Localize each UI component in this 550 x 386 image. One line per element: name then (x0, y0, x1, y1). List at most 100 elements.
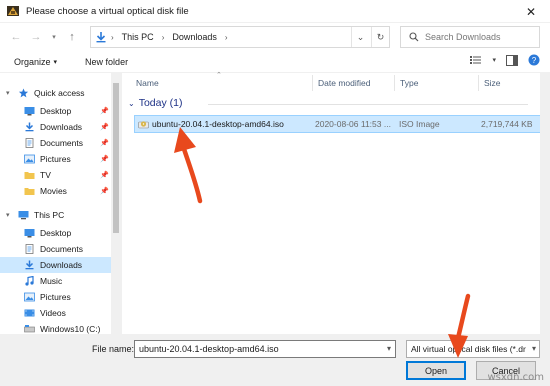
search-box[interactable]: Search Downloads (400, 26, 540, 48)
desktop-icon (24, 229, 35, 238)
sidebar-item-label: Movies (40, 186, 67, 196)
sidebar-item-label: This PC (34, 210, 65, 220)
file-list-scrollbar[interactable] (540, 73, 550, 335)
column-header-size[interactable]: Size (484, 73, 501, 93)
documents-icon (25, 138, 34, 148)
refresh-icon[interactable]: ↻ (371, 27, 389, 47)
sidebar-item-quick-tv[interactable]: TV 📌 (24, 167, 112, 183)
organize-label: Organize (14, 57, 51, 67)
address-history-chevron-icon[interactable]: ⌄ (351, 27, 369, 47)
sidebar-item-quick-pictures[interactable]: Pictures 📌 (24, 151, 112, 167)
column-divider[interactable] (478, 75, 479, 91)
chevron-down-icon[interactable]: ▾ (531, 344, 536, 353)
sidebar-item-this-pc[interactable]: This PC (18, 207, 64, 223)
folder-icon (24, 172, 35, 179)
column-header-date-modified[interactable]: Date modified (318, 73, 370, 93)
pin-icon[interactable]: 📌 (100, 123, 109, 131)
sidebar-scrollbar-thumb[interactable] (113, 83, 119, 233)
new-folder-button[interactable]: New folder (71, 57, 142, 67)
watermark-text: wsxdn.com (487, 372, 544, 383)
organize-button[interactable]: Organize ▾ (0, 57, 71, 67)
videos-icon (24, 309, 35, 317)
sidebar-item-pc-pictures[interactable]: Pictures (24, 289, 71, 305)
search-input[interactable]: Search Downloads (425, 32, 501, 42)
sidebar-item-pc-videos[interactable]: Videos (24, 305, 66, 321)
pin-icon[interactable]: 📌 (100, 171, 109, 179)
sidebar-item-label: Downloads (40, 122, 83, 132)
expand-chevron-icon[interactable]: ▾ (6, 211, 10, 219)
change-view-icon[interactable] (470, 55, 482, 65)
sidebar-item-quick-movies[interactable]: Movies 📌 (24, 183, 112, 199)
folder-icon (24, 188, 35, 195)
sidebar-item-pc-music[interactable]: Music (24, 273, 62, 289)
chevron-down-icon: ▾ (53, 59, 58, 66)
sidebar-item-label: Desktop (40, 228, 72, 238)
pin-icon[interactable]: 📌 (100, 107, 109, 115)
view-options-chevron-icon[interactable]: ▾ (492, 56, 496, 64)
open-button[interactable]: Open (406, 361, 466, 380)
content-area: ▾ Quick access Desktop 📌 Downloads 📌 Doc… (0, 72, 550, 335)
sidebar-item-quick-desktop[interactable]: Desktop 📌 (24, 103, 112, 119)
sidebar-item-label: Pictures (40, 154, 71, 164)
breadcrumb-chevron-icon: › (224, 32, 228, 42)
group-header-today[interactable]: ⌄ Today (1) (128, 97, 528, 109)
pin-icon[interactable]: 📌 (100, 155, 109, 163)
column-header-name[interactable]: Name (136, 73, 159, 93)
chevron-down-icon[interactable]: ▾ (387, 344, 391, 353)
breadcrumb-this-pc[interactable]: This PC (118, 32, 158, 42)
breadcrumb-downloads[interactable]: Downloads (168, 32, 221, 42)
sidebar-item-label: Quick access (34, 88, 85, 98)
collapse-chevron-icon[interactable]: ⌄ (128, 99, 135, 108)
sidebar-item-pc-documents[interactable]: Documents (24, 241, 83, 257)
file-name-value: ubuntu-20.04.1-desktop-amd64.iso (139, 344, 279, 354)
sidebar-scrollbar[interactable] (111, 73, 121, 335)
sidebar-item-pc-drive-c[interactable]: Windows10 (C:) (24, 321, 100, 335)
address-bar[interactable]: › This PC › Downloads › ⌄ ↻ (90, 26, 390, 48)
file-name-label: File name: (92, 344, 135, 354)
expand-chevron-icon[interactable]: ▾ (6, 89, 10, 97)
preview-pane-icon[interactable] (506, 54, 518, 66)
documents-icon (25, 244, 34, 254)
pictures-icon (24, 292, 35, 302)
sidebar-item-label: Documents (40, 138, 83, 148)
back-arrow-icon[interactable]: ← (8, 27, 24, 47)
sidebar-item-quick-access[interactable]: Quick access (18, 85, 85, 101)
close-icon[interactable]: ✕ (512, 0, 550, 23)
file-type-filter[interactable]: All virtual optical disk files (*.dr ▾ (406, 340, 540, 358)
file-list[interactable]: ⌃ Name Date modified Type Size ⌄ Today (… (122, 72, 550, 335)
breadcrumb-chevron-icon: › (161, 32, 165, 42)
group-label: Today (1) (138, 97, 183, 109)
virtualbox-app-icon (7, 6, 19, 16)
forward-arrow-icon[interactable]: → (28, 27, 44, 47)
dialog-footer: File name: ubuntu-20.04.1-desktop-amd64.… (0, 334, 550, 386)
group-divider (208, 104, 528, 105)
sidebar-item-label: Desktop (40, 106, 72, 116)
help-icon[interactable]: ? (528, 54, 540, 66)
pin-icon[interactable]: 📌 (100, 139, 109, 147)
pictures-icon (24, 154, 35, 164)
navigation-bar: ← → ▾ ↑ › This PC › Downloads › ⌄ ↻ Sear… (0, 24, 550, 50)
sidebar-item-label: Windows10 (C:) (40, 324, 101, 334)
recent-locations-chevron-icon[interactable]: ▾ (46, 27, 62, 47)
file-size-cell: 2,719,744 KB (481, 119, 533, 129)
file-row-selected[interactable]: ubuntu-20.04.1-desktop-amd64.iso 2020-08… (134, 115, 548, 133)
downloads-icon (25, 260, 34, 270)
column-header-type[interactable]: Type (400, 73, 418, 93)
pin-icon[interactable]: 📌 (100, 187, 109, 195)
sidebar-item-pc-desktop[interactable]: Desktop (24, 225, 71, 241)
up-arrow-icon[interactable]: ↑ (64, 27, 80, 47)
sort-ascending-icon: ⌃ (216, 72, 222, 79)
sidebar-item-quick-documents[interactable]: Documents 📌 (24, 135, 112, 151)
disc-image-file-icon (138, 121, 149, 129)
breadcrumb-chevron-icon: › (111, 32, 114, 42)
desktop-icon (24, 107, 35, 116)
column-divider[interactable] (312, 75, 313, 91)
search-icon (409, 32, 419, 42)
file-type-filter-value: All virtual optical disk files (*.dr (411, 344, 526, 354)
file-name-field[interactable]: ubuntu-20.04.1-desktop-amd64.iso ▾ (134, 340, 396, 358)
star-icon (18, 88, 29, 98)
navigation-pane[interactable]: ▾ Quick access Desktop 📌 Downloads 📌 Doc… (0, 73, 122, 335)
sidebar-item-pc-downloads[interactable]: Downloads (0, 257, 111, 273)
column-divider[interactable] (394, 75, 395, 91)
sidebar-item-quick-downloads[interactable]: Downloads 📌 (24, 119, 112, 135)
